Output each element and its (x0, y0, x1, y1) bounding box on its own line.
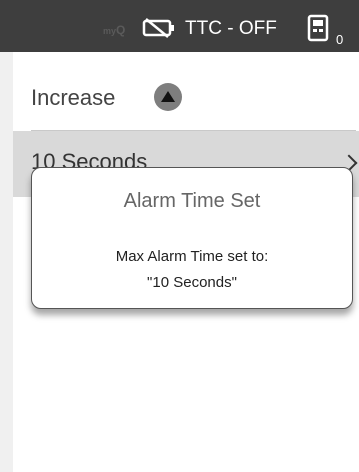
dialog-message-line2: "10 Seconds" (147, 274, 237, 291)
up-arrow-icon[interactable] (154, 83, 182, 111)
dialog-message-line1: Max Alarm Time set to: (115, 248, 269, 265)
myq-logo: myQ (103, 23, 126, 37)
dialog-title: Alarm Time Set (123, 190, 261, 212)
battery-warning-icon (142, 18, 174, 38)
increase-label: Increase (31, 85, 116, 110)
ttc-status-label: TTC - OFF (185, 18, 277, 39)
increase-row: Increase (13, 52, 359, 130)
remote-control-icon (307, 14, 329, 42)
alarm-time-dialog[interactable]: Alarm Time Set Max Alarm Time set to: "1… (31, 167, 353, 309)
status-bar: myQ TTC - OFF 0 (0, 0, 359, 52)
remote-count: 0 (336, 32, 344, 47)
